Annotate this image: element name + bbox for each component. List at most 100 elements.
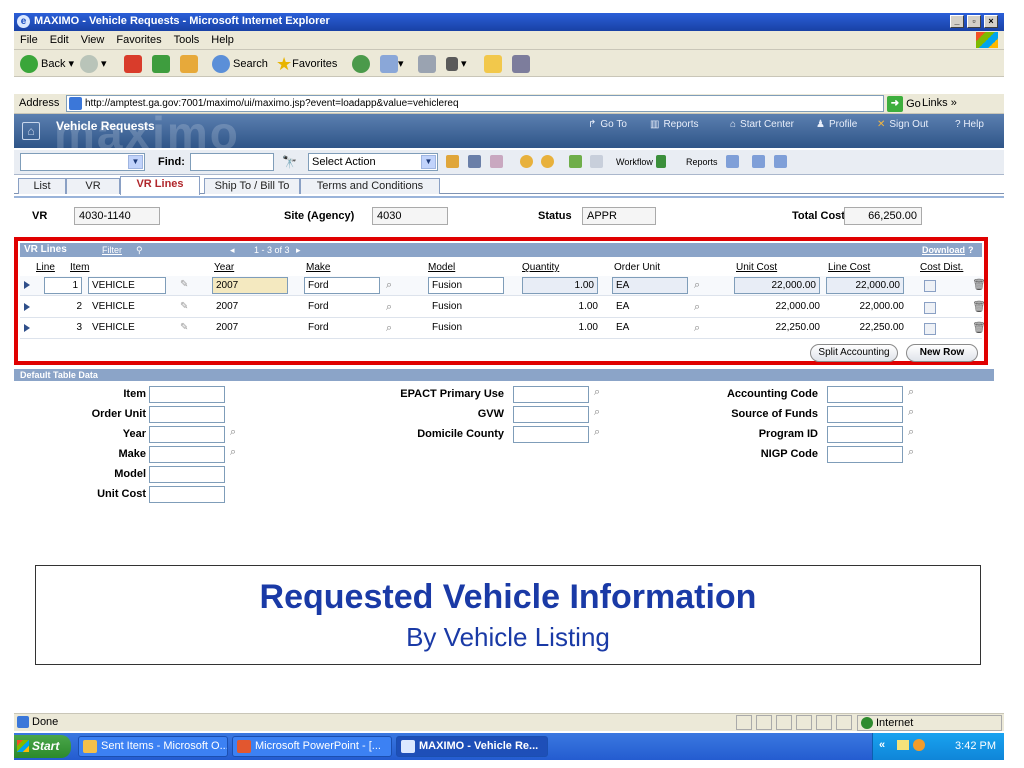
- print-button[interactable]: [418, 54, 436, 74]
- expand-row-icon[interactable]: [24, 324, 30, 332]
- lookup-icon[interactable]: ⌕: [694, 301, 700, 314]
- quantity-cell[interactable]: 1.00: [522, 277, 598, 294]
- lookup-icon[interactable]: ⌕: [908, 426, 914, 439]
- table-row[interactable]: 3 VEHICLE ✎ 2007 Ford ⌕ Fusion 1.00 EA ⌕…: [20, 319, 986, 339]
- clock-tray-icon[interactable]: [913, 739, 925, 751]
- expand-row-icon[interactable]: [24, 281, 30, 289]
- reports-link[interactable]: ▥ Reports: [650, 119, 698, 130]
- accounting-code-input[interactable]: [827, 386, 903, 403]
- lookup-icon[interactable]: ⌕: [594, 386, 600, 399]
- delete-row-icon[interactable]: 🗑: [972, 300, 986, 313]
- research-button[interactable]: [512, 54, 530, 74]
- profile-link[interactable]: ♟ Profile: [816, 119, 857, 130]
- report-icon[interactable]: [726, 155, 739, 168]
- undo-icon[interactable]: [590, 155, 603, 168]
- find-icon[interactable]: ⚲: [136, 243, 143, 257]
- col-make[interactable]: Make: [306, 262, 330, 273]
- clear-icon[interactable]: [490, 155, 503, 168]
- line-cost-cell[interactable]: 22,000.00: [826, 277, 904, 294]
- close-button[interactable]: ×: [984, 15, 998, 28]
- model-input[interactable]: [149, 466, 225, 483]
- taskbar-clock[interactable]: 3:42 PM: [955, 740, 996, 752]
- table-row[interactable]: 1 VEHICLE ✎ 2007 Ford ⌕ Fusion 1.00 EA ⌕…: [20, 276, 986, 296]
- col-unit-cost[interactable]: Unit Cost: [736, 262, 777, 273]
- filter-link[interactable]: Filter: [102, 243, 122, 257]
- detail-icon[interactable]: ✎: [180, 279, 188, 290]
- item-input[interactable]: [149, 386, 225, 403]
- order-unit-input[interactable]: [149, 406, 225, 423]
- workflow-icon[interactable]: [656, 155, 666, 168]
- make-input[interactable]: [149, 446, 225, 463]
- program-id-input[interactable]: [827, 426, 903, 443]
- mail-tray-icon[interactable]: [897, 740, 909, 750]
- menu-edit[interactable]: Edit: [44, 31, 75, 46]
- split-accounting-button[interactable]: Split Accounting: [810, 344, 898, 362]
- next-arrow-icon[interactable]: [541, 155, 554, 168]
- address-input[interactable]: http://amptest.ga.gov:7001/maximo/ui/max…: [66, 95, 884, 112]
- report-icon[interactable]: [752, 155, 765, 168]
- cost-dist-checkbox[interactable]: [924, 323, 936, 335]
- search-button[interactable]: Search: [212, 54, 268, 74]
- lookup-icon[interactable]: ⌕: [386, 301, 392, 314]
- delete-row-icon[interactable]: 🗑: [972, 321, 986, 334]
- col-cost-dist[interactable]: Cost Dist.: [920, 262, 963, 273]
- report-icon[interactable]: [774, 155, 787, 168]
- col-year[interactable]: Year: [214, 262, 234, 273]
- unit-cost-input[interactable]: [149, 486, 225, 503]
- unit-cost-cell[interactable]: 22,000.00: [734, 277, 820, 294]
- reports-label[interactable]: Reports: [686, 157, 718, 167]
- gvw-input[interactable]: [513, 406, 589, 423]
- detail-icon[interactable]: ✎: [180, 322, 188, 333]
- help-icon[interactable]: ?: [968, 243, 974, 257]
- menu-favorites[interactable]: Favorites: [110, 31, 167, 46]
- maximize-button[interactable]: ▫: [967, 15, 981, 28]
- download-link[interactable]: Download: [922, 243, 965, 257]
- go-button[interactable]: ➜ Go: [887, 95, 921, 113]
- line-cell[interactable]: 1: [44, 277, 82, 294]
- query-select[interactable]: ▼: [20, 153, 145, 171]
- save-icon[interactable]: [468, 155, 481, 168]
- folder-button[interactable]: [484, 54, 502, 74]
- lookup-icon[interactable]: ⌕: [908, 406, 914, 419]
- goto-link[interactable]: ↱ Go To: [588, 119, 627, 130]
- nigp-code-input[interactable]: [827, 446, 903, 463]
- help-link[interactable]: ? Help: [955, 119, 984, 130]
- find-input[interactable]: [190, 153, 274, 171]
- expand-row-icon[interactable]: [24, 303, 30, 311]
- binoculars-icon[interactable]: 🔭: [282, 155, 297, 169]
- lookup-icon[interactable]: ⌕: [386, 322, 392, 335]
- previous-arrow-icon[interactable]: [520, 155, 533, 168]
- item-cell[interactable]: VEHICLE: [88, 277, 166, 294]
- make-cell[interactable]: Ford: [304, 277, 380, 294]
- delete-row-icon[interactable]: 🗑: [972, 278, 986, 291]
- detail-icon[interactable]: ✎: [180, 301, 188, 312]
- mail-button[interactable]: ▾: [380, 54, 404, 74]
- menu-help[interactable]: Help: [205, 31, 240, 46]
- history-button[interactable]: [352, 54, 373, 74]
- lookup-icon[interactable]: ⌕: [594, 406, 600, 419]
- menu-view[interactable]: View: [75, 31, 111, 46]
- back-button[interactable]: Back ▾: [20, 54, 74, 74]
- vr-field[interactable]: 4030-1140: [74, 207, 160, 225]
- col-model[interactable]: Model: [428, 262, 455, 273]
- prev-page-icon[interactable]: ◂: [230, 243, 235, 257]
- total-cost-field[interactable]: 66,250.00: [844, 207, 922, 225]
- show-hidden-icons[interactable]: «: [879, 739, 885, 751]
- col-quantity[interactable]: Quantity: [522, 262, 559, 273]
- menu-tools[interactable]: Tools: [168, 31, 206, 46]
- task-powerpoint[interactable]: Microsoft PowerPoint - [...: [232, 736, 392, 757]
- new-row-button[interactable]: New Row: [906, 344, 978, 362]
- lookup-icon[interactable]: ⌕: [694, 322, 700, 335]
- year-input[interactable]: [149, 426, 225, 443]
- model-cell[interactable]: Fusion: [428, 277, 504, 294]
- tab-terms-and-conditions[interactable]: Terms and Conditions: [300, 178, 440, 194]
- order-unit-cell[interactable]: EA: [612, 277, 688, 294]
- new-record-icon[interactable]: [446, 155, 459, 168]
- sign-out-link[interactable]: ✕ Sign Out: [877, 119, 928, 130]
- tab-list[interactable]: List: [18, 178, 66, 194]
- menu-file[interactable]: File: [14, 31, 44, 46]
- task-maximo[interactable]: MAXIMO - Vehicle Re...: [396, 736, 548, 757]
- col-line-cost[interactable]: Line Cost: [828, 262, 870, 273]
- lookup-icon[interactable]: ⌕: [694, 279, 700, 292]
- col-line[interactable]: Line: [36, 262, 55, 273]
